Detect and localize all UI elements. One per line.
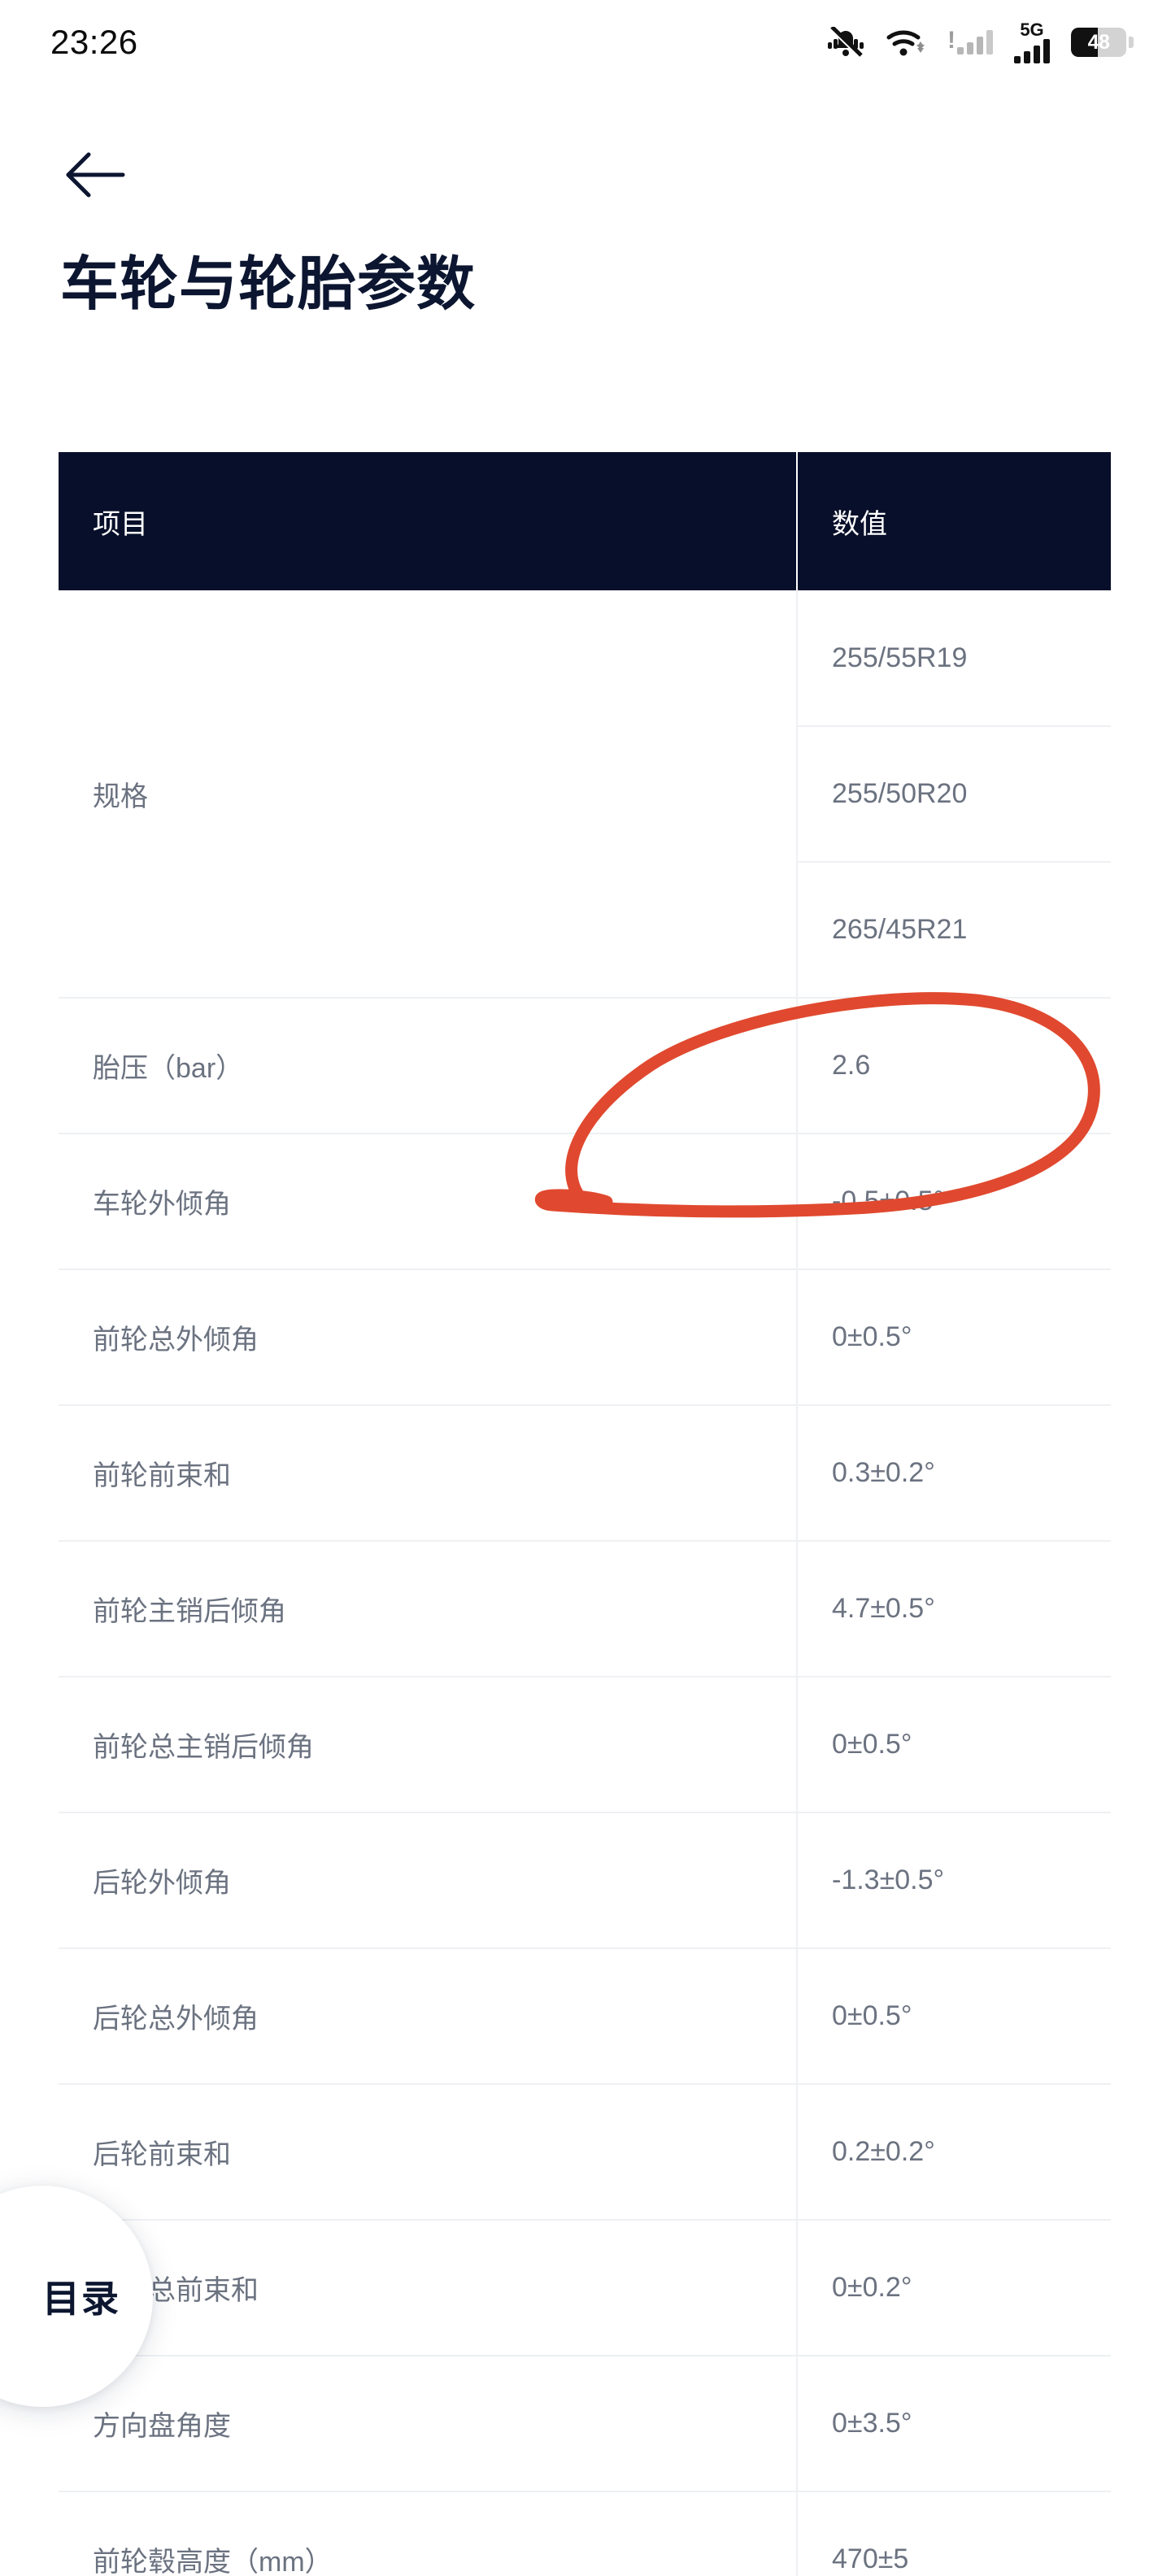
table-row: 后轮总外倾角 0±0.5°: [59, 1948, 1111, 2085]
cell-value: 0.2±0.2°: [797, 2084, 1111, 2221]
network-type-label: 5G: [1020, 19, 1044, 40]
table-body: 规格 255/55R19 255/50R20 265/45R21 胎压（bar）…: [59, 590, 1111, 2576]
cell-label: 前轮总主销后倾角: [59, 1677, 798, 1813]
5g-signal-icon: 5G: [1014, 19, 1050, 63]
table-row: 前轮总主销后倾角 0±0.5°: [59, 1677, 1111, 1813]
cell-label: 前轮前束和: [59, 1405, 798, 1542]
cell-label: 前轮主销后倾角: [59, 1541, 798, 1677]
cell-label: 前轮毂高度（mm）: [59, 2491, 798, 2576]
table-header-row: 项目 数值: [59, 452, 1111, 590]
column-header-value: 数值: [797, 452, 1111, 590]
table-row: 前轮主销后倾角 4.7±0.5°: [59, 1541, 1111, 1677]
signal-alert-glyph: !: [947, 27, 956, 54]
cell-label: 后轮总外倾角: [59, 1948, 798, 2085]
cell-label: 后轮总前束和: [59, 2220, 798, 2356]
back-button[interactable]: [59, 138, 132, 211]
phone-screen: 23:26 ! 5G 48 车轮与轮胎参数 项目 数值 规格 255/55R19…: [0, 0, 1171, 2576]
table-row-tire-pressure: 胎压（bar） 2.6: [59, 998, 1111, 1134]
status-icon-group: ! 5G 48: [827, 19, 1134, 63]
table-row: 前轮毂高度（mm） 470±5: [59, 2491, 1111, 2576]
battery-icon: 48: [1071, 28, 1134, 57]
wifi-icon: [886, 27, 926, 58]
cell-value: 470±5: [797, 2491, 1111, 2576]
cell-value: 0±0.5°: [797, 1269, 1111, 1406]
cell-value: 0±3.5°: [797, 2356, 1111, 2492]
cell-value: 4.7±0.5°: [797, 1541, 1111, 1677]
cell-value: 255/50R20: [797, 726, 1111, 863]
cell-value: 0±0.5°: [797, 1677, 1111, 1813]
spec-table: 项目 数值 规格 255/55R19 255/50R20 265/45R21 胎…: [59, 452, 1111, 2576]
cell-value: -0.5±0.5°: [797, 1134, 1111, 1270]
cell-label: 车轮外倾角: [59, 1134, 798, 1270]
cell-label: 后轮外倾角: [59, 1812, 798, 1949]
table-row: 前轮前束和 0.3±0.2°: [59, 1405, 1111, 1542]
cell-label: 规格: [59, 590, 798, 999]
status-bar: 23:26 ! 5G 48: [0, 0, 1171, 85]
page-title: 车轮与轮胎参数: [60, 252, 477, 317]
table-row: 后轮总前束和 0±0.2°: [59, 2220, 1111, 2356]
signal-bars-dim: [957, 30, 993, 54]
table-row: 后轮外倾角 -1.3±0.5°: [59, 1812, 1111, 1949]
cell-value: 0.3±0.2°: [797, 1405, 1111, 1542]
table-row: 后轮前束和 0.2±0.2°: [59, 2084, 1111, 2221]
cell-label: 方向盘角度: [59, 2356, 798, 2492]
signal-bars: [1014, 38, 1050, 63]
table-row: 规格 255/55R19: [59, 590, 1111, 999]
cell-value: 255/55R19: [797, 590, 1111, 727]
back-arrow-icon: [66, 152, 125, 198]
cell-value: 0±0.5°: [797, 1948, 1111, 2085]
table-of-contents-label: 目录: [42, 2278, 120, 2320]
cell-value: 2.6: [797, 998, 1111, 1134]
table-row: 车轮外倾角 -0.5±0.5°: [59, 1134, 1111, 1270]
cellular-signal-icon: !: [947, 27, 993, 54]
column-header-item: 项目: [59, 452, 798, 590]
cell-label: 后轮前束和: [59, 2084, 798, 2221]
bell-mute-icon: [827, 27, 864, 58]
cell-label: 胎压（bar）: [59, 998, 798, 1134]
cell-value: -1.3±0.5°: [797, 1812, 1111, 1949]
status-time: 23:26: [50, 23, 138, 61]
cell-label: 前轮总外倾角: [59, 1269, 798, 1406]
cell-value: 265/45R21: [797, 862, 1111, 999]
table-row: 方向盘角度 0±3.5°: [59, 2356, 1111, 2492]
spec-table-container: 项目 数值 规格 255/55R19 255/50R20 265/45R21 胎…: [59, 452, 1111, 2576]
cell-value: 0±0.2°: [797, 2220, 1111, 2356]
table-row: 前轮总外倾角 0±0.5°: [59, 1269, 1111, 1406]
battery-percent-label: 48: [1087, 31, 1110, 54]
